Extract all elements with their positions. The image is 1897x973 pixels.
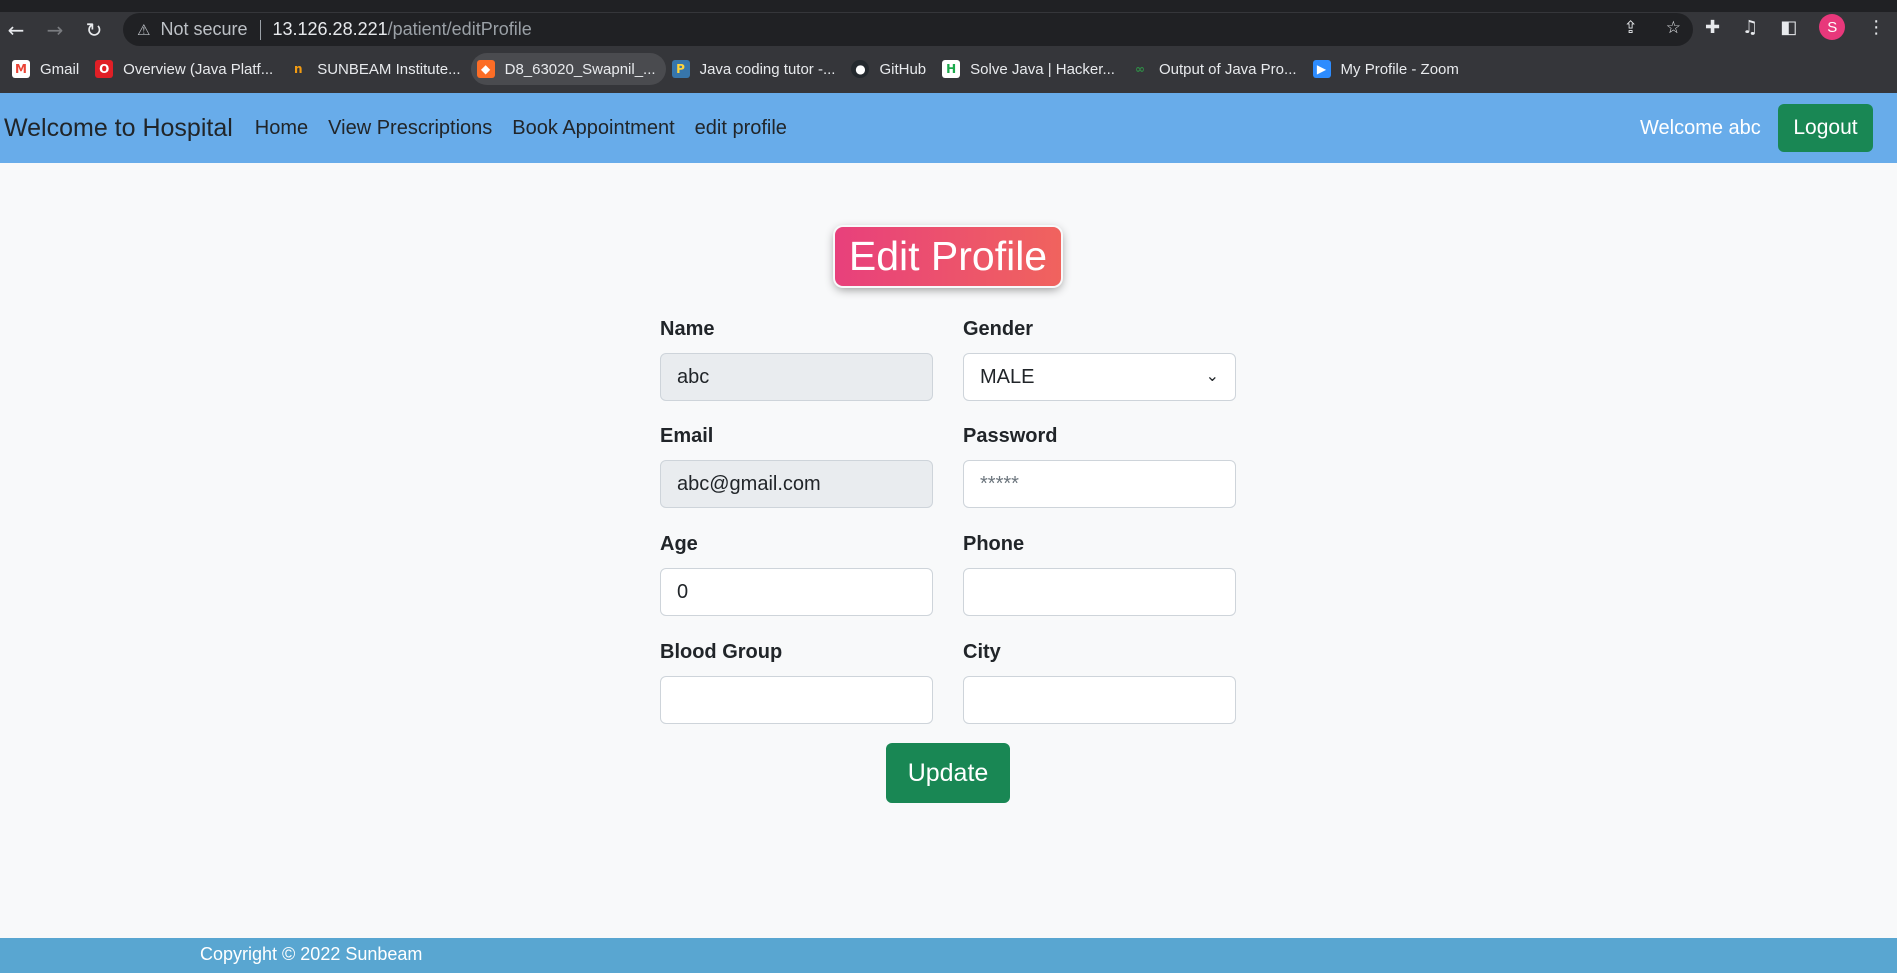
gmail-icon: M <box>12 60 30 78</box>
city-label: City <box>963 641 1001 663</box>
hackerrank-icon: H <box>942 60 961 78</box>
email-label: Email <box>660 425 714 447</box>
password-label: Password <box>963 425 1058 447</box>
toolbar-icons: ✚ ♫ ◧ S ⋮ <box>1705 14 1885 40</box>
chevron-down-icon: ⌄ <box>1205 366 1219 385</box>
nav-link-book-appointment[interactable]: Book Appointment <box>502 117 684 140</box>
bookmark-hackerrank[interactable]: H Solve Java | Hacker... <box>936 53 1125 85</box>
gender-select[interactable]: MALE ⌄ <box>963 353 1236 401</box>
address-bar[interactable]: ⚠ Not secure 13.126.28.221/patient/editP… <box>123 13 1693 46</box>
bookmark-label: SUNBEAM Institute... <box>317 60 461 78</box>
nav-links: Home View Prescriptions Book Appointment… <box>245 117 797 140</box>
address-row: ← → ↻ ⚠ Not secure 13.126.28.221/patient… <box>0 12 1897 47</box>
navbar-brand[interactable]: Welcome to Hospital <box>4 114 233 143</box>
bookmark-label: GitHub <box>879 60 927 78</box>
logout-button[interactable]: Logout <box>1778 104 1873 152</box>
site-navbar: Welcome to Hospital Home View Prescripti… <box>0 93 1897 163</box>
copyright-text: Copyright © 2022 Sunbeam <box>200 944 423 964</box>
bookmark-sunbeam[interactable]: n SUNBEAM Institute... <box>283 53 470 85</box>
url-host: 13.126.28.221 <box>272 19 388 39</box>
bookmark-geeksforgeeks[interactable]: ∞ Output of Java Pro... <box>1125 53 1307 85</box>
divider <box>259 19 261 40</box>
omnibox-actions: ⇪ ☆ <box>1624 18 1682 38</box>
city-field[interactable] <box>963 676 1236 724</box>
warning-icon: ⚠ <box>137 20 151 39</box>
forward-icon[interactable]: → <box>39 14 71 46</box>
share-icon[interactable]: ⇪ <box>1624 18 1638 38</box>
bookmark-oracle[interactable]: O Overview (Java Platf... <box>89 53 283 85</box>
bookmark-label: Overview (Java Platf... <box>123 60 274 78</box>
python-icon: P <box>671 60 690 78</box>
nav-link-home[interactable]: Home <box>245 117 318 140</box>
extensions-icon[interactable]: ✚ <box>1705 17 1720 38</box>
geeksforgeeks-icon: ∞ <box>1130 60 1149 78</box>
page-title: Edit Profile <box>835 227 1061 286</box>
bookmark-label: Output of Java Pro... <box>1158 60 1297 78</box>
update-button[interactable]: Update <box>886 743 1010 803</box>
tab-strip <box>0 0 1897 12</box>
bookmark-python[interactable]: P Java coding tutor -... <box>666 53 846 85</box>
bookmark-label: Solve Java | Hacker... <box>970 60 1115 78</box>
browser-chrome: ← → ↻ ⚠ Not secure 13.126.28.221/patient… <box>0 0 1897 93</box>
bookmark-label: D8_63020_Swapnil_... <box>504 60 656 78</box>
side-panel-icon[interactable]: ◧ <box>1780 17 1797 38</box>
oracle-icon: O <box>95 60 114 78</box>
phone-field[interactable] <box>963 568 1236 616</box>
menu-icon[interactable]: ⋮ <box>1867 17 1885 38</box>
phone-label: Phone <box>963 533 1025 555</box>
bookmark-zoom[interactable]: ▶ My Profile - Zoom <box>1307 53 1469 85</box>
bookmark-label: Gmail <box>40 60 80 78</box>
github-icon: ● <box>851 60 870 78</box>
back-icon[interactable]: ← <box>0 14 32 46</box>
nav-link-view-prescriptions[interactable]: View Prescriptions <box>318 117 502 140</box>
welcome-user-text: Welcome abc <box>1640 117 1761 139</box>
profile-avatar[interactable]: S <box>1819 14 1846 40</box>
name-field[interactable]: abc <box>660 353 933 401</box>
gender-label: Gender <box>963 318 1034 340</box>
password-field[interactable]: ***** <box>963 460 1236 508</box>
bookmark-github[interactable]: ● GitHub <box>845 53 936 85</box>
media-icon[interactable]: ♫ <box>1742 17 1758 38</box>
reload-icon[interactable]: ↻ <box>78 14 110 46</box>
bookmark-label: Java coding tutor -... <box>699 60 836 78</box>
not-secure-label: Not secure <box>160 19 248 39</box>
site-footer: Copyright © 2022 Sunbeam <box>0 938 1897 973</box>
bookmark-gitlab[interactable]: ◆ D8_63020_Swapnil_... <box>470 53 666 85</box>
bookmark-gmail[interactable]: M Gmail <box>6 53 89 85</box>
zoom-icon: ▶ <box>1312 60 1331 78</box>
age-label: Age <box>660 533 698 555</box>
sunbeam-icon: n <box>289 60 308 78</box>
age-field[interactable]: 0 <box>660 568 933 616</box>
bookmark-label: My Profile - Zoom <box>1340 60 1459 78</box>
url-path: /patient/editProfile <box>387 19 532 39</box>
name-label: Name <box>660 318 715 340</box>
blood-group-field[interactable] <box>660 676 933 724</box>
gender-selected-value: MALE <box>980 365 1035 388</box>
blood-group-label: Blood Group <box>660 641 783 663</box>
bookmarks-bar: M Gmail O Overview (Java Platf... n SUNBEAM… <box>0 52 1897 86</box>
bookmark-star-icon[interactable]: ☆ <box>1666 18 1681 38</box>
gitlab-icon: ◆ <box>476 60 495 78</box>
email-field[interactable]: abc@gmail.com <box>660 460 933 508</box>
nav-link-edit-profile[interactable]: edit profile <box>685 117 797 140</box>
